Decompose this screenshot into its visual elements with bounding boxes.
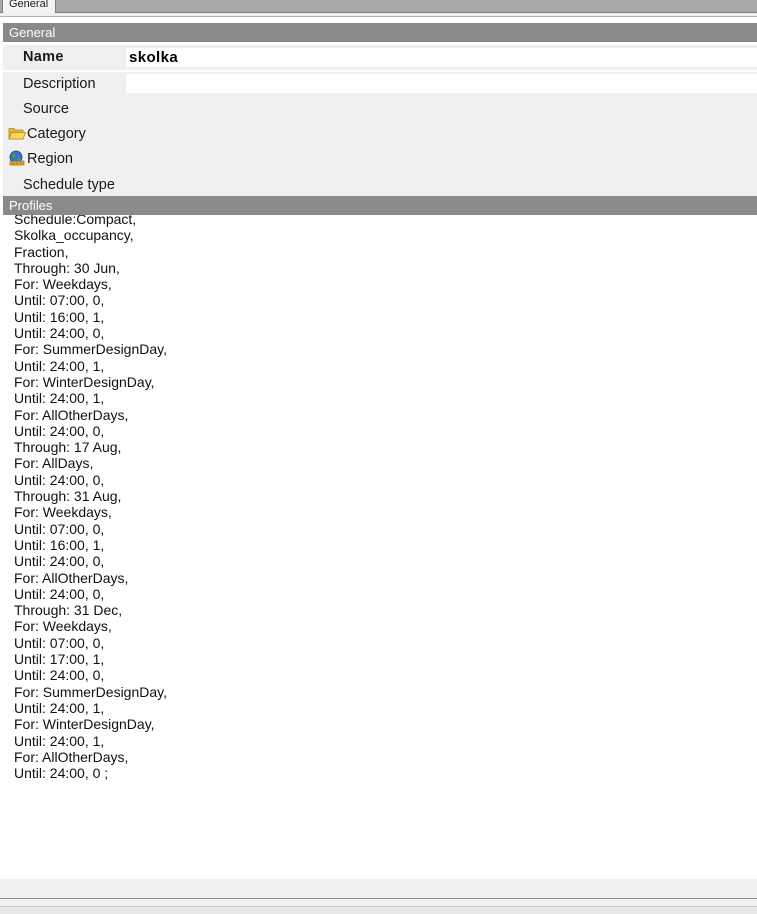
name-row: Name skolka — [3, 45, 757, 70]
profile-line: Until: 24:00, 1, — [14, 357, 105, 374]
region-row: Region — [3, 147, 757, 172]
profile-line: Schedule:Compact, — [14, 215, 137, 227]
schedule-type-row: Schedule type — [3, 172, 757, 197]
description-row: Description — [3, 72, 757, 97]
profile-line: Until: 24:00, 1, — [14, 732, 105, 749]
region-label: Region — [27, 151, 73, 167]
profile-line: Through: 31 Aug, — [14, 488, 122, 505]
name-field[interactable]: skolka — [126, 48, 757, 67]
status-bar — [0, 907, 757, 914]
category-label: Category — [27, 126, 86, 142]
profile-line: For: WinterDesignDay, — [14, 716, 155, 733]
profile-line: Until: 16:00, 1, — [14, 308, 105, 325]
tab-general[interactable]: General — [2, 0, 57, 13]
category-row: Category — [3, 122, 757, 147]
source-row: Source — [3, 97, 757, 122]
properties-panel: General Name skolka Description Source C… — [0, 16, 757, 879]
region-label-group[interactable]: Region — [8, 147, 73, 172]
profile-line: For: Weekdays, — [14, 504, 112, 521]
description-field[interactable] — [126, 74, 757, 93]
schedule-editor-window: General General Name skolka Description … — [0, 0, 757, 914]
folder-icon — [8, 125, 27, 141]
profile-line: Until: 07:00, 0, — [14, 634, 105, 651]
profile-line: For: AllDays, — [14, 455, 94, 472]
profile-line: Until: 07:00, 0, — [14, 292, 105, 309]
globe-region-icon — [8, 150, 26, 166]
profile-line: Until: 16:00, 1, — [14, 536, 105, 553]
profile-line: For: Weekdays, — [14, 276, 112, 293]
category-label-group[interactable]: Category — [8, 122, 86, 147]
profile-line: Through: 17 Aug, — [14, 439, 122, 456]
profile-line: Until: 24:00, 0, — [14, 325, 105, 342]
profile-line: For: Weekdays, — [14, 618, 112, 635]
source-label: Source — [23, 101, 69, 117]
profiles-section-header[interactable]: Profiles — [3, 196, 757, 215]
profile-line: Until: 24:00, 0, — [14, 667, 105, 684]
profile-line: For: AllOtherDays, — [14, 406, 129, 423]
bottom-divider — [0, 898, 757, 899]
profile-line: Until: 24:00, 1, — [14, 699, 105, 716]
profile-line: Until: 24:00, 1, — [14, 390, 105, 407]
profile-line: Until: 24:00, 0, — [14, 585, 105, 602]
profile-line: Fraction, — [14, 243, 69, 260]
profile-line: For: WinterDesignDay, — [14, 373, 155, 390]
profile-line: Through: 31 Dec, — [14, 602, 123, 619]
profile-line: For: SummerDesignDay, — [14, 683, 168, 700]
profile-line: For: AllOtherDays, — [14, 748, 129, 765]
profile-line: Until: 24:00, 0, — [14, 422, 105, 439]
name-label: Name — [23, 49, 64, 65]
profile-line: For: SummerDesignDay, — [14, 341, 168, 358]
profiles-text-area[interactable]: Schedule:Compact, Skolka_occupancy, Frac… — [3, 215, 757, 879]
description-label: Description — [23, 76, 96, 92]
schedule-type-label: Schedule type — [23, 177, 115, 193]
tab-strip: General — [0, 0, 757, 13]
profile-line: Skolka_occupancy, — [14, 227, 134, 244]
profile-line: Until: 24:00, 0 ; — [14, 765, 109, 782]
profile-line: Until: 07:00, 0, — [14, 520, 105, 537]
profile-line: Until: 24:00, 0, — [14, 553, 105, 570]
profile-line: Until: 17:00, 1, — [14, 651, 105, 668]
general-section-header[interactable]: General — [3, 23, 757, 42]
profiles-schedule-text: Schedule:Compact, Skolka_occupancy, Frac… — [14, 215, 167, 781]
profile-line: For: AllOtherDays, — [14, 569, 129, 586]
profile-line: Until: 24:00, 0, — [14, 471, 105, 488]
profile-line: Through: 30 Jun, — [14, 259, 120, 276]
